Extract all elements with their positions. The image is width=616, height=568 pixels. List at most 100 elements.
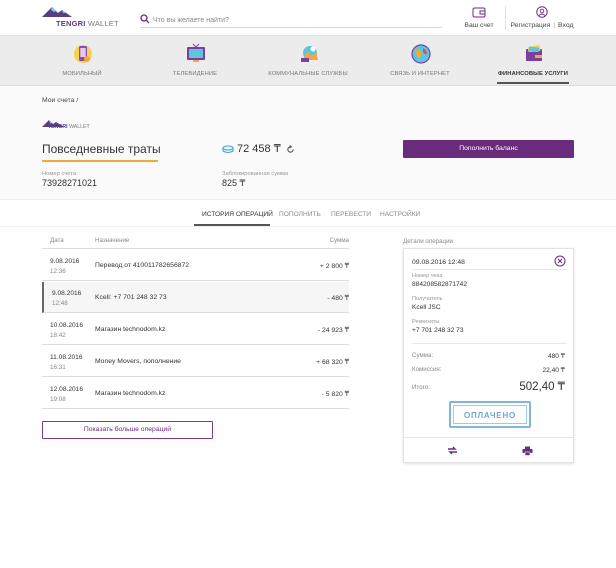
- account-logo-text: TENGRI WALLET: [48, 124, 90, 130]
- utilities-icon: [301, 46, 318, 62]
- table-row-selected[interactable]: 9.08.2016 12:48 Kcell: +7 701 248 32 73 …: [42, 282, 349, 313]
- account-logo-product: WALLET: [69, 124, 90, 130]
- breadcrumb[interactable]: Мои счета /: [42, 97, 78, 104]
- tengri-wallet-logo[interactable]: TENGRI WALLET: [42, 5, 122, 29]
- account-balance: 72 458 ₸: [222, 142, 298, 155]
- category-label: Телевидение: [172, 71, 218, 77]
- requisites-label: Реквизиты: [412, 319, 440, 325]
- refresh-icon[interactable]: [286, 144, 295, 154]
- receipt-label: Номер чека: [412, 273, 443, 279]
- category-mobile[interactable]: Мобильный: [26, 36, 138, 86]
- blocked-amount-value: 825 ₸: [222, 178, 246, 188]
- details-actions: [404, 437, 573, 463]
- row-purpose: Перевод от 410011782656872: [95, 262, 190, 269]
- details-divider: [412, 269, 567, 270]
- search-icon: [140, 14, 150, 24]
- table-row[interactable]: 11.08.2016 16:31 Money Movers, пополнени…: [42, 346, 349, 377]
- account-logo-brand: TENGRI: [48, 124, 68, 130]
- fee-label: Комиссия:: [412, 366, 442, 373]
- row-date: 10.08.2016: [50, 322, 84, 329]
- row-time: 19:08: [50, 396, 66, 403]
- row-date: 11.08.2016: [50, 354, 83, 361]
- header: TENGRI WALLET Ваш счет Регистрация|Вход: [0, 0, 616, 36]
- category-label: Мобильный: [62, 71, 102, 77]
- row-amount: + 68 320 ₸: [316, 359, 349, 366]
- row-purpose: Kcell: +7 701 248 32 73: [95, 294, 167, 301]
- category-telecom[interactable]: Связь и интернет: [364, 36, 476, 86]
- header-divider: [505, 6, 506, 30]
- sum-value: 480 ₸: [547, 353, 565, 360]
- tab-settings[interactable]: Настройки: [380, 208, 420, 226]
- account-summary: Мои счета / TENGRI WALLET Повседневные т…: [0, 86, 616, 200]
- show-more-operations-button[interactable]: Показать больше операций: [42, 421, 213, 439]
- details-title: Детали операции: [403, 238, 453, 245]
- topup-balance-button[interactable]: Пополнить баланс: [403, 140, 574, 158]
- column-date: Дата: [50, 237, 64, 244]
- tabs-divider: [0, 226, 616, 227]
- wallet-icon: [472, 7, 486, 18]
- table-header: Дата Назначение Сумма: [42, 233, 349, 249]
- account-number-label: Номер счета: [42, 171, 77, 177]
- category-label: Коммунальные службы: [268, 71, 348, 77]
- row-purpose: Money Movers, пополнение: [95, 358, 181, 365]
- row-purpose: Магазин technodom.kz: [95, 326, 166, 333]
- category-label: Финансовые услуги: [497, 71, 569, 77]
- row-amount: - 24 923 ₸: [317, 327, 349, 334]
- row-amount: - 480 ₸: [327, 295, 349, 302]
- account-logo: TENGRI WALLET: [42, 118, 102, 134]
- account-number-value: 73928271021: [42, 178, 98, 188]
- receipt-value: 884208582871742: [412, 281, 468, 288]
- table-row[interactable]: 10.08.2016 18:42 Магазин technodom.kz - …: [42, 314, 349, 345]
- category-nav: Мобильный Телевидение Коммунальные служб…: [0, 36, 616, 86]
- row-purpose: Магазин technodom.kz: [95, 390, 166, 397]
- recipient-label: Получатель: [412, 296, 443, 302]
- table-row[interactable]: 9.08.2016 12:36 Перевод от 4100117826568…: [42, 250, 349, 281]
- requisites-value: +7 701 248 32 73: [412, 327, 464, 334]
- row-date: 9.08.2016: [52, 290, 82, 297]
- search-bar[interactable]: [140, 14, 442, 28]
- account-title: Повседневные траты: [42, 142, 161, 156]
- register-link[interactable]: Регистрация: [511, 22, 551, 29]
- tab-topup[interactable]: Пополнить: [279, 208, 321, 226]
- column-amount: Сумма: [329, 237, 349, 244]
- login-link[interactable]: Вход: [558, 22, 573, 29]
- repeat-icon[interactable]: [447, 446, 458, 455]
- auth-links: Регистрация | Вход: [508, 6, 576, 29]
- details-datetime: 09.08.2016 12:48: [412, 259, 465, 266]
- row-time: 12:48: [52, 300, 68, 307]
- finance-wallet-icon: [526, 44, 542, 61]
- paid-stamp-text: ОПЛАЧЕНО: [453, 405, 527, 424]
- search-input[interactable]: [153, 14, 433, 26]
- auth-separator: |: [553, 22, 556, 29]
- total-value: 502,40 ₸: [519, 381, 565, 393]
- blocked-amount-label: Заблокированная сумма: [222, 171, 289, 177]
- recipient-value: Kcell JSC: [412, 304, 441, 311]
- your-account-link[interactable]: Ваш счет: [458, 6, 500, 29]
- close-icon[interactable]: [554, 255, 566, 267]
- tv-icon: [187, 43, 205, 62]
- coins-icon: [222, 145, 234, 153]
- mountain-logo-icon: [42, 7, 72, 17]
- details-divider: [412, 343, 567, 344]
- paid-stamp: ОПЛАЧЕНО: [449, 401, 531, 428]
- tab-transfer[interactable]: Перевести: [331, 208, 371, 226]
- fee-value: 22,40 ₸: [542, 367, 565, 374]
- row-time: 16:31: [50, 364, 66, 371]
- balance-value: 72 458 ₸: [237, 143, 281, 155]
- table-row[interactable]: 12.08.2016 19:08 Магазин technodom.kz - …: [42, 378, 349, 409]
- user-icon: [536, 6, 548, 18]
- logo-product: WALLET: [87, 19, 119, 28]
- operation-details-panel: 09.08.2016 12:48 Номер чека 884208582871…: [403, 248, 574, 463]
- sum-label: Сумма:: [412, 352, 434, 359]
- globe-icon: [411, 44, 431, 64]
- logo-text: TENGRI WALLET: [56, 19, 119, 28]
- category-utilities[interactable]: Коммунальные службы: [252, 36, 364, 86]
- category-tv[interactable]: Телевидение: [139, 36, 251, 86]
- mobile-icon: [74, 45, 92, 63]
- row-date: 12.08.2016: [50, 386, 84, 393]
- print-icon[interactable]: [522, 446, 533, 456]
- row-amount: + 2 800 ₸: [319, 263, 349, 270]
- column-purpose: Назначение: [95, 237, 130, 244]
- account-title-underline: [42, 160, 158, 162]
- category-finance[interactable]: Финансовые услуги: [477, 36, 589, 86]
